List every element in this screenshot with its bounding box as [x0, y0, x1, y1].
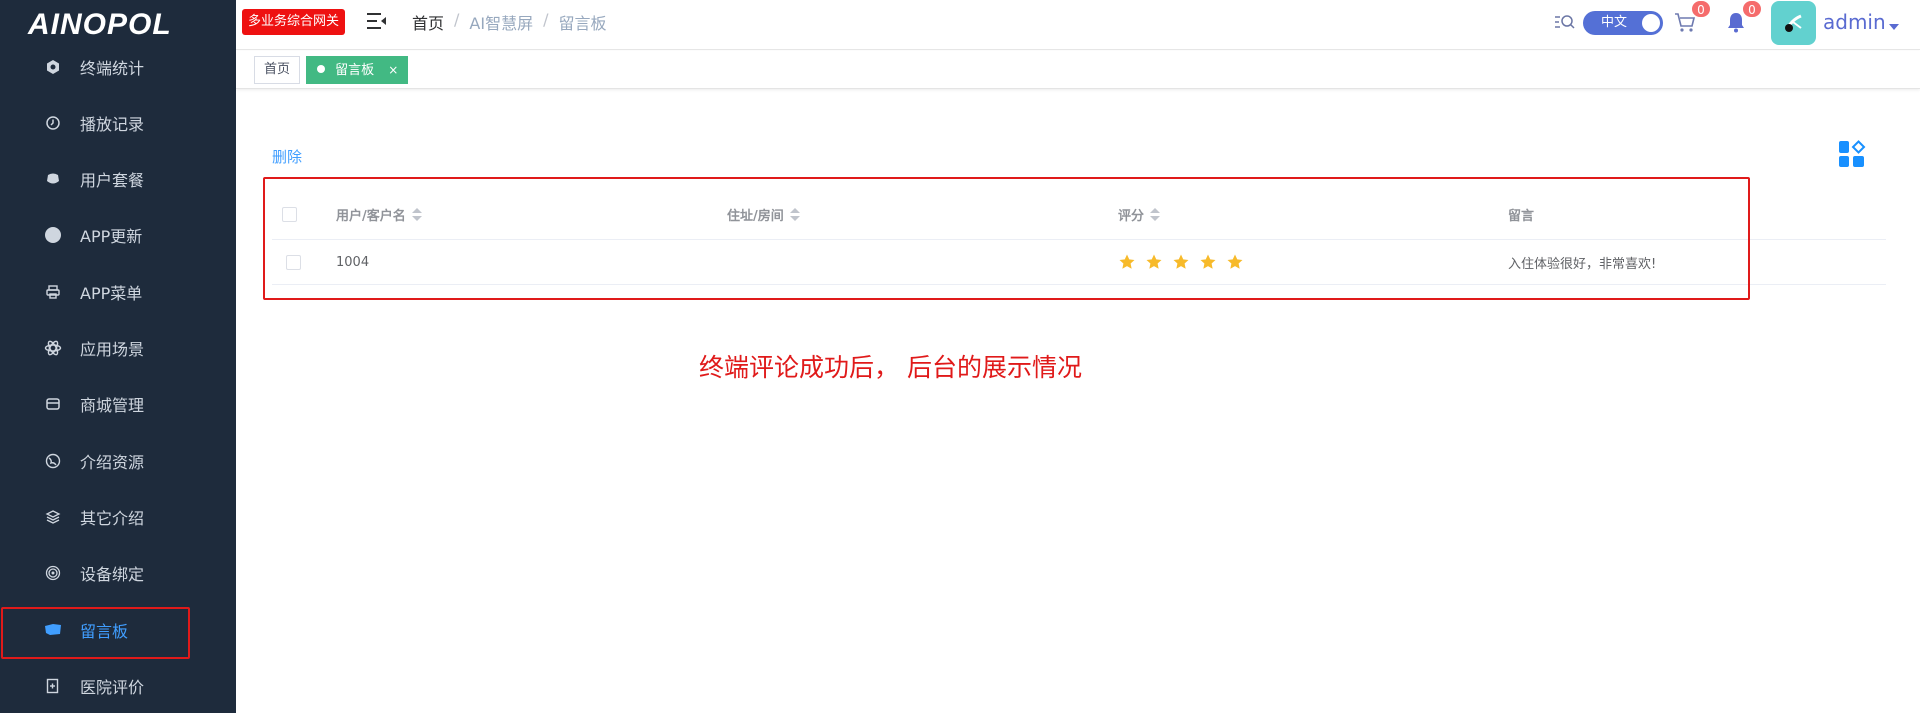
annotation-text: 终端评论成功后， 后台的展示情况: [699, 353, 1082, 382]
toggle-knob: [1642, 14, 1660, 32]
sidebar-item-label: 设备绑定: [80, 565, 145, 584]
caret-down-icon[interactable]: [1889, 24, 1899, 30]
clock-icon: [44, 114, 62, 132]
table-highlight-box: [263, 177, 1750, 300]
tag-label: 留言板: [335, 63, 375, 78]
layers-icon: [44, 508, 62, 526]
target-icon: [44, 564, 62, 582]
circle-icon: [44, 226, 62, 244]
sidebar-item-label: 用户套餐: [80, 171, 145, 190]
sidebar-item-label: 终端统计: [80, 59, 145, 78]
language-toggle[interactable]: 中文: [1583, 11, 1663, 35]
sidebar-highlight-box: [1, 607, 190, 659]
delete-button[interactable]: 删除: [272, 146, 302, 167]
tag-message-board[interactable]: 留言板 ×: [306, 56, 409, 84]
search-icon[interactable]: [1554, 12, 1576, 32]
tag-active-dot: [317, 65, 325, 73]
sidebar-item-app-menu[interactable]: APP菜单: [0, 268, 236, 316]
column-settings-icon[interactable]: [1838, 140, 1866, 168]
breadcrumb-separator: /: [543, 10, 549, 29]
sidebar-item-app-scenes[interactable]: 应用场景: [0, 324, 236, 372]
printer-icon: [44, 283, 62, 301]
document-icon: [44, 677, 62, 695]
sidebar-item-hospital-review[interactable]: 医院评价: [0, 662, 236, 710]
atom-icon: [44, 339, 62, 357]
package-icon: [44, 170, 62, 188]
sidebar-item-label: 介绍资源: [80, 453, 145, 472]
sidebar-item-other-intro[interactable]: 其它介绍: [0, 493, 236, 541]
gateway-badge[interactable]: 多业务综合网关: [242, 9, 346, 35]
breadcrumb: 首页 / AI智慧屏 / 留言板: [412, 10, 606, 34]
sidebar-item-label: 医院评价: [80, 678, 145, 697]
sidebar: AINOPOL 终端统计 播放记录 用户套餐 APP更新 APP菜单 应用场景 …: [0, 0, 236, 713]
cart-count-badge: 0: [1691, 0, 1711, 18]
language-label: 中文: [1601, 15, 1628, 30]
username[interactable]: admin: [1823, 10, 1886, 34]
sidebar-item-label: 应用场景: [80, 340, 145, 359]
sidebar-item-label: 其它介绍: [80, 509, 145, 528]
avatar[interactable]: [1771, 1, 1816, 45]
globe-icon: [44, 452, 62, 470]
breadcrumb-current: 留言板: [558, 14, 607, 33]
sidebar-item-label: 播放记录: [80, 115, 145, 134]
notification-count-badge: 0: [1742, 0, 1762, 18]
sidebar-item-terminal-stats[interactable]: 终端统计: [0, 43, 236, 91]
close-icon[interactable]: ×: [388, 63, 398, 77]
hexagon-icon: [44, 58, 62, 76]
breadcrumb-ai-screen[interactable]: AI智慧屏: [469, 10, 533, 34]
sidebar-item-play-records[interactable]: 播放记录: [0, 99, 236, 147]
breadcrumb-home[interactable]: 首页: [412, 10, 444, 34]
app-root: AINOPOL 终端统计 播放记录 用户套餐 APP更新 APP菜单 应用场景 …: [0, 0, 1920, 713]
sidebar-item-label: 商城管理: [80, 396, 145, 415]
sidebar-item-intro-resources[interactable]: 介绍资源: [0, 437, 236, 485]
sidebar-item-label: APP菜单: [80, 284, 143, 303]
breadcrumb-separator: /: [454, 10, 460, 29]
sidebar-item-label: APP更新: [80, 227, 143, 246]
sidebar-item-device-binding[interactable]: 设备绑定: [0, 549, 236, 597]
shop-icon: [44, 395, 62, 413]
sidebar-item-app-update[interactable]: APP更新: [0, 211, 236, 259]
sidebar-item-mall-management[interactable]: 商城管理: [0, 380, 236, 428]
tag-home[interactable]: 首页: [254, 56, 301, 84]
sidebar-item-user-packages[interactable]: 用户套餐: [0, 155, 236, 203]
header: 多业务综合网关 首页 / AI智慧屏 / 留言板 中文 0 0 admin: [236, 0, 1920, 50]
tags-view-bar: 首页 留言板 ×: [236, 51, 1920, 89]
hamburger-menu-icon[interactable]: [366, 11, 388, 31]
tag-label: 首页: [264, 62, 291, 77]
